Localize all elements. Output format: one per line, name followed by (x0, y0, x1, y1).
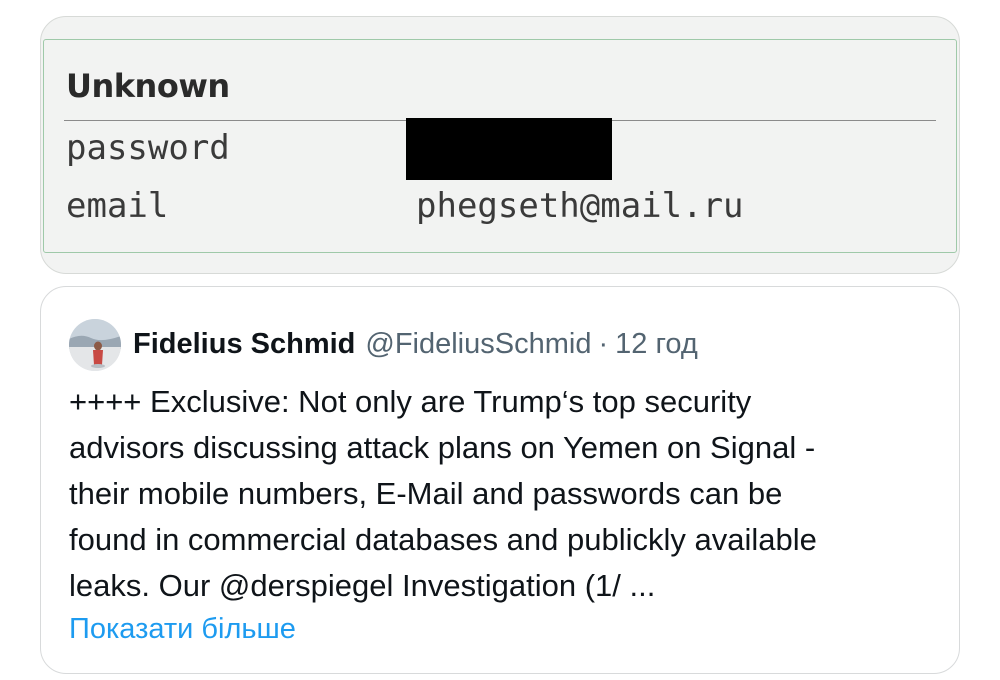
record-title: Unknown (66, 67, 230, 105)
tweet-line: ++++ Exclusive: Not only are Trump‘s top… (69, 384, 752, 419)
tweet-line: their mobile numbers, E-Mail and passwor… (69, 476, 783, 511)
email-label: email (66, 186, 169, 226)
avatar-photo-icon (69, 319, 121, 371)
email-value: phegseth@mail.ru (416, 186, 744, 226)
header-separator: · (598, 327, 609, 360)
tweet-line-last: leaks. Our @derspiegel Investigation (1/… (69, 563, 939, 609)
tweet-line-suffix: Investigation (1/ ... (393, 568, 656, 603)
show-more-link[interactable]: Показати більше (69, 609, 296, 649)
leak-record-panel: Unknown password email phegseth@mail.ru (43, 39, 957, 253)
tweet-header: Fidelius Schmid @FideliusSchmid · 12 год (133, 324, 698, 364)
avatar[interactable] (69, 319, 121, 371)
tweet-text: ++++ Exclusive: Not only are Trump‘s top… (69, 379, 939, 609)
tweet-card[interactable]: Fidelius Schmid @FideliusSchmid · 12 год… (40, 286, 960, 674)
author-handle[interactable]: @FideliusSchmid (365, 328, 591, 361)
tweet-timestamp[interactable]: 12 год (615, 328, 698, 361)
password-redaction-box (406, 118, 612, 180)
mention-link[interactable]: @derspiegel (219, 568, 394, 603)
tweet-line: advisors discussing attack plans on Yeme… (69, 430, 816, 465)
tweet-line: found in commercial databases and public… (69, 522, 817, 557)
tweet-line-prefix: leaks. Our (69, 568, 219, 603)
password-label: password (66, 128, 230, 168)
author-name[interactable]: Fidelius Schmid (133, 328, 355, 361)
quoted-leak-card: Unknown password email phegseth@mail.ru (40, 16, 960, 274)
